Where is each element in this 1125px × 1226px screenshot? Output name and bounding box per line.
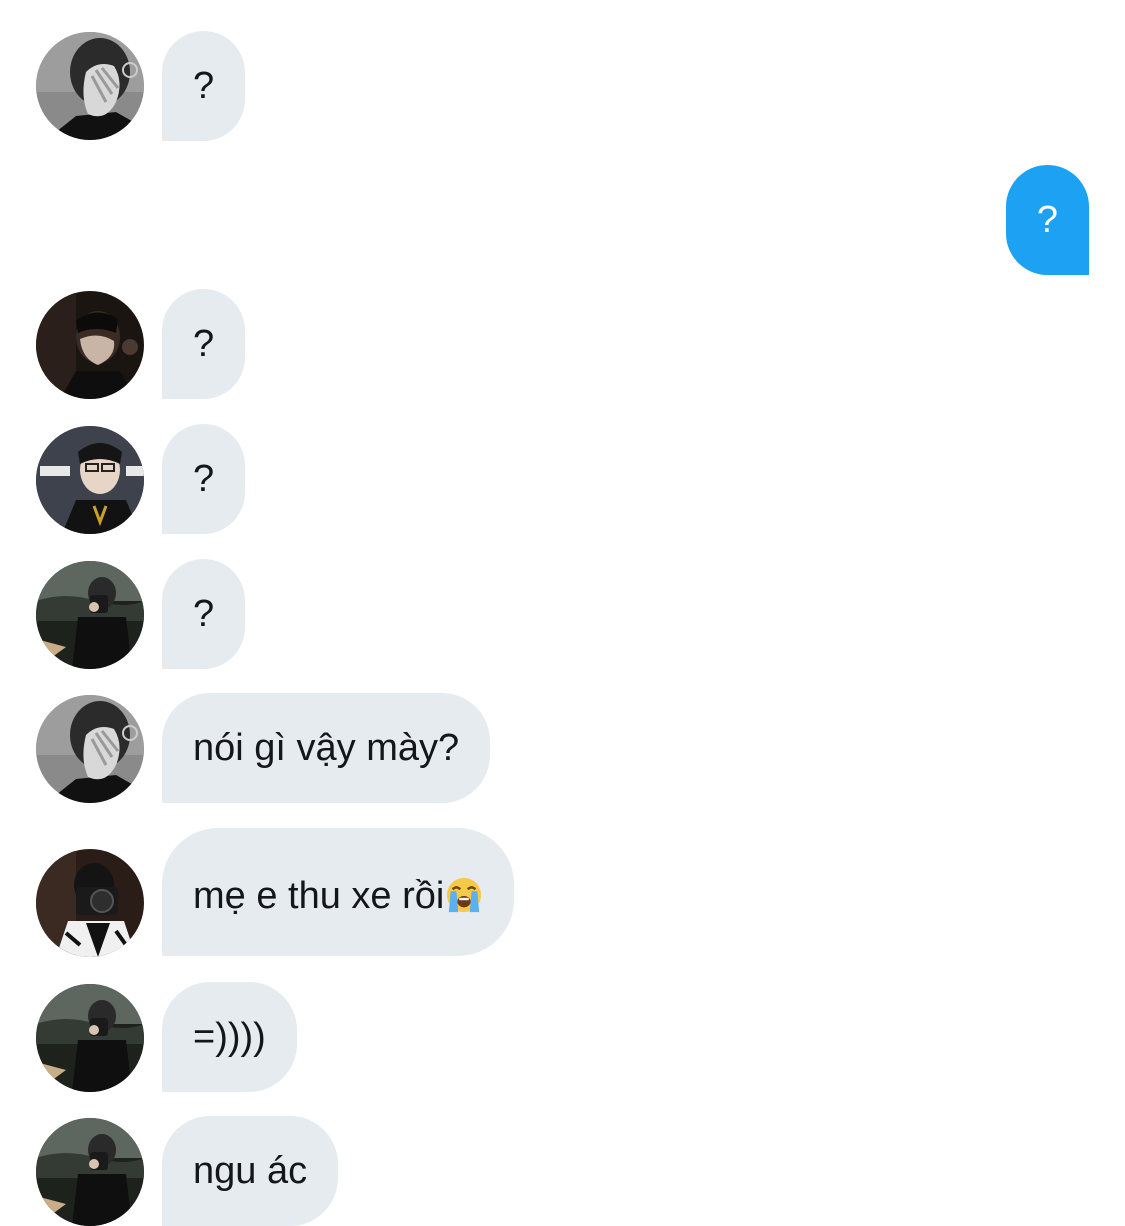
message-bubble[interactable]: =))))	[162, 982, 297, 1092]
avatar-photo-user-a	[36, 32, 144, 140]
avatar[interactable]	[36, 291, 144, 399]
avatar-photo-user-d	[36, 561, 144, 669]
avatar-photo-user-e	[36, 849, 144, 957]
message-bubble[interactable]: ngu ác	[162, 1116, 339, 1226]
message-bubble[interactable]: nói gì vậy mày?	[162, 693, 491, 803]
avatar[interactable]	[36, 1118, 144, 1226]
message-bubble[interactable]: ?	[162, 31, 246, 141]
avatar-photo-user-d	[36, 1118, 144, 1226]
message-bubble[interactable]: ?	[162, 289, 246, 399]
message-bubble[interactable]: ?	[162, 424, 246, 534]
avatar[interactable]	[36, 426, 144, 534]
message-bubble[interactable]: mẹ e thu xe rồi	[162, 828, 515, 956]
message-bubble-outgoing[interactable]: ?	[1005, 165, 1089, 275]
avatar[interactable]	[36, 849, 144, 957]
message-text: mẹ e thu xe rồi	[193, 875, 445, 917]
avatar[interactable]	[36, 984, 144, 1092]
avatar[interactable]	[36, 695, 144, 803]
avatar-photo-user-c	[36, 426, 144, 534]
avatar[interactable]	[36, 561, 144, 669]
loudly-crying-face-icon	[447, 877, 482, 913]
message-bubble[interactable]: ?	[162, 559, 246, 669]
avatar-photo-user-a	[36, 695, 144, 803]
avatar-photo-user-b	[36, 291, 144, 399]
avatar-photo-user-d	[36, 984, 144, 1092]
avatar[interactable]	[36, 32, 144, 140]
